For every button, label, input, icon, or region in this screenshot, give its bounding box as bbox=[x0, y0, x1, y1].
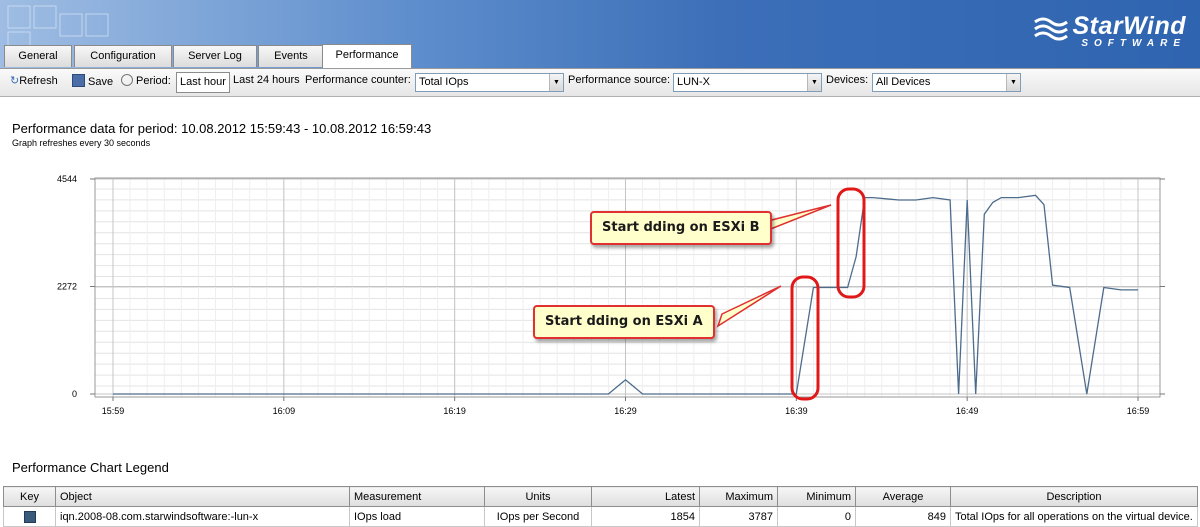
app-header: StarWind SOFTWARE General Configuration … bbox=[0, 0, 1200, 68]
legend-description: Total IOps for all operations on the vir… bbox=[950, 506, 1198, 527]
tab-server-log[interactable]: Server Log bbox=[173, 45, 257, 67]
column-header-measurement[interactable]: Measurement bbox=[349, 486, 485, 507]
chevron-down-icon: ▼ bbox=[549, 74, 563, 91]
legend-measurement: IOps load bbox=[349, 506, 485, 527]
last-24-hours-button[interactable]: Last 24 hours bbox=[233, 74, 300, 86]
column-header-average[interactable]: Average bbox=[855, 486, 951, 507]
devices-label: Devices: bbox=[826, 74, 869, 86]
x-tick-label: 16:19 bbox=[443, 406, 466, 416]
y-tick-label: 4544 bbox=[57, 174, 77, 184]
x-tick-label: 16:59 bbox=[1127, 406, 1150, 416]
refresh-label: Refresh bbox=[19, 75, 58, 87]
highlight-esxi-a bbox=[790, 275, 820, 401]
annotation-esxi-b: Start dding on ESXi B bbox=[590, 211, 772, 245]
page-title: Performance data for period: 10.08.2012 … bbox=[12, 121, 432, 136]
legend-average: 849 bbox=[855, 506, 951, 527]
performance-counter-label: Performance counter: bbox=[305, 74, 411, 86]
x-tick-label: 16:49 bbox=[956, 406, 979, 416]
column-header-minimum[interactable]: Minimum bbox=[777, 486, 856, 507]
callout-pointer-a bbox=[716, 285, 782, 328]
y-tick-label: 0 bbox=[72, 389, 77, 399]
devices-value: All Devices bbox=[876, 76, 931, 88]
series-color-swatch bbox=[23, 510, 36, 523]
x-tick-label: 16:39 bbox=[785, 406, 808, 416]
chevron-down-icon: ▼ bbox=[807, 74, 821, 91]
refresh-icon: ↻ bbox=[10, 75, 20, 87]
legend-units: IOps per Second bbox=[484, 506, 592, 527]
column-header-description[interactable]: Description bbox=[950, 486, 1198, 507]
x-tick-label: 16:29 bbox=[614, 406, 637, 416]
header-grid-decoration bbox=[7, 5, 109, 47]
performance-source-select[interactable]: LUN-X ▼ bbox=[673, 73, 822, 92]
performance-counter-value: Total IOps bbox=[419, 76, 469, 88]
period-label: Period: bbox=[121, 74, 171, 87]
tab-configuration[interactable]: Configuration bbox=[74, 45, 172, 67]
annotation-esxi-a: Start dding on ESXi A bbox=[533, 305, 715, 339]
x-tick-label: 16:09 bbox=[273, 406, 296, 416]
period-label-text: Period: bbox=[136, 75, 171, 87]
logo-sub: SOFTWARE bbox=[1081, 38, 1186, 49]
column-header-maximum[interactable]: Maximum bbox=[699, 486, 778, 507]
legend-table: Key Object Measurement Units Latest Maxi… bbox=[3, 486, 1198, 527]
legend-key-cell bbox=[3, 506, 56, 527]
column-header-units[interactable]: Units bbox=[484, 486, 592, 507]
save-label: Save bbox=[88, 76, 114, 88]
clock-icon bbox=[121, 74, 133, 86]
devices-select[interactable]: All Devices ▼ bbox=[872, 73, 1021, 92]
logo-waves-icon bbox=[1033, 17, 1068, 41]
y-tick-label: 2272 bbox=[57, 282, 77, 292]
toolbar: ↻Refresh Save Period: Last hour Last 24 … bbox=[0, 68, 1200, 97]
save-icon bbox=[72, 74, 85, 87]
tab-performance[interactable]: Performance bbox=[322, 44, 412, 68]
tab-events[interactable]: Events bbox=[258, 45, 324, 67]
page-subtitle: Graph refreshes every 30 seconds bbox=[12, 138, 151, 148]
performance-counter-select[interactable]: Total IOps ▼ bbox=[415, 73, 564, 92]
legend-object: iqn.2008-08.com.starwindsoftware:-lun-x bbox=[55, 506, 350, 527]
table-row[interactable]: iqn.2008-08.com.starwindsoftware:-lun-x … bbox=[3, 506, 1198, 527]
column-header-object[interactable]: Object bbox=[55, 486, 350, 507]
last-hour-button[interactable]: Last hour bbox=[176, 72, 230, 93]
legend-minimum: 0 bbox=[777, 506, 856, 527]
legend-maximum: 3787 bbox=[699, 506, 778, 527]
x-tick-label: 15:59 bbox=[102, 406, 125, 416]
highlight-esxi-b bbox=[836, 187, 866, 299]
column-header-latest[interactable]: Latest bbox=[591, 486, 700, 507]
save-button[interactable]: Save bbox=[72, 74, 113, 88]
legend-latest: 1854 bbox=[591, 506, 700, 527]
tab-general[interactable]: General bbox=[4, 45, 72, 67]
starwind-logo: StarWind SOFTWARE bbox=[1033, 12, 1187, 49]
legend-title: Performance Chart Legend bbox=[12, 460, 169, 475]
refresh-button[interactable]: ↻Refresh bbox=[10, 74, 58, 87]
legend-header-row: Key Object Measurement Units Latest Maxi… bbox=[3, 486, 1198, 507]
chevron-down-icon: ▼ bbox=[1006, 74, 1020, 91]
column-header-key[interactable]: Key bbox=[3, 486, 56, 507]
logo-brand: StarWind bbox=[1072, 12, 1186, 40]
performance-source-label: Performance source: bbox=[568, 74, 671, 86]
performance-source-value: LUN-X bbox=[677, 76, 711, 88]
